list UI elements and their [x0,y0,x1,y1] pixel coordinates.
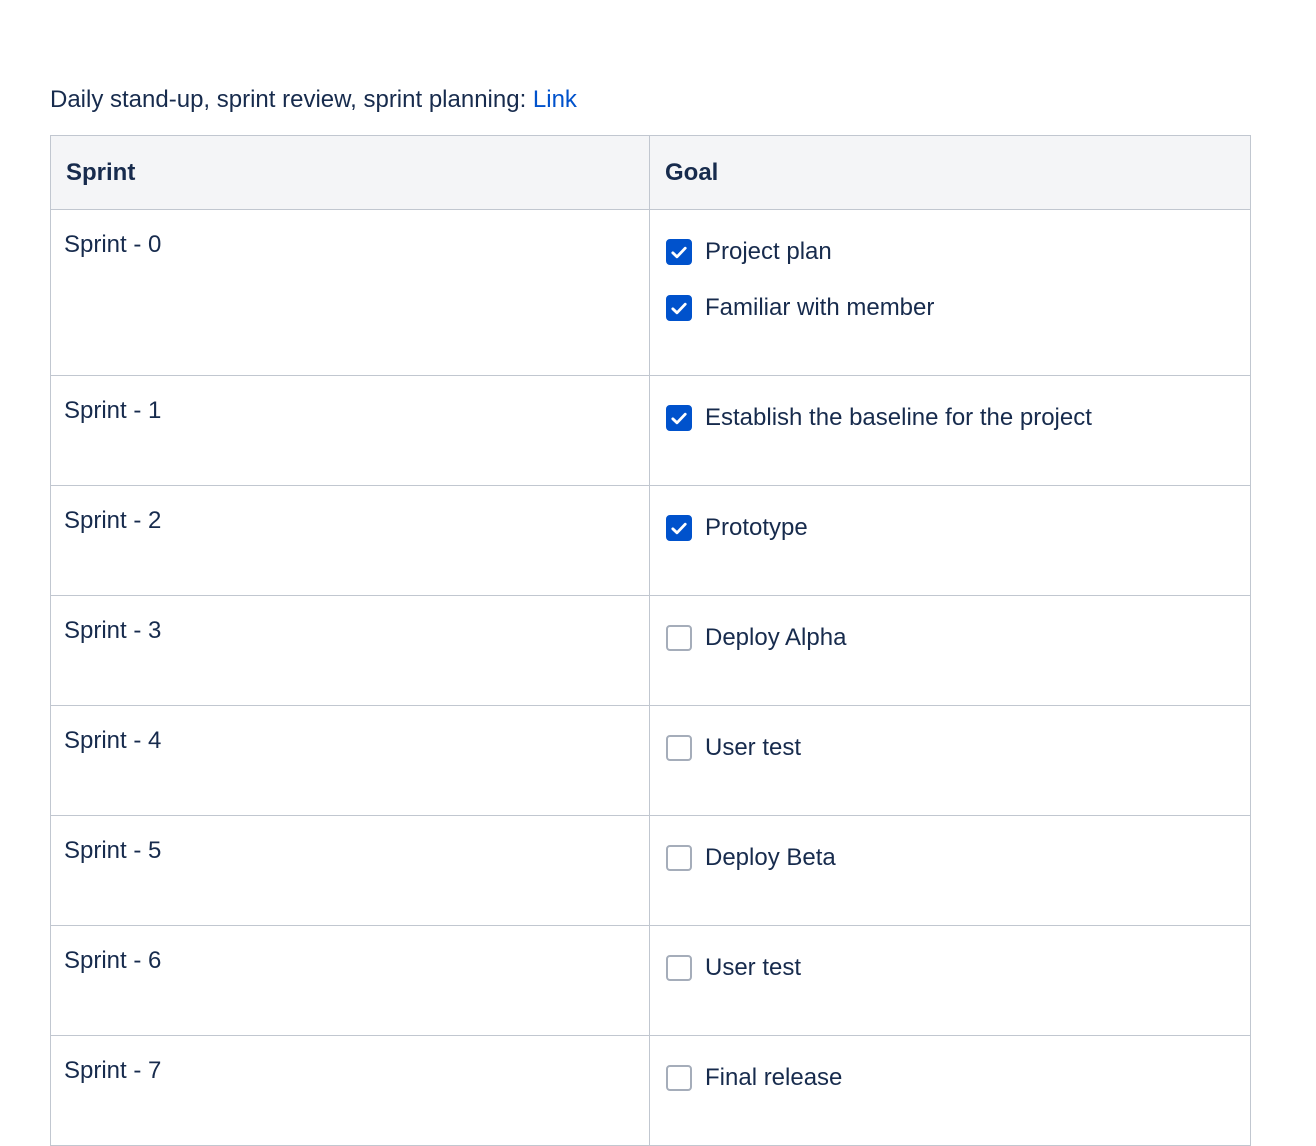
table-header-row: Sprint Goal [50,135,1251,210]
checkmark-icon [671,302,687,315]
task-item: Final release [666,1050,1236,1106]
table-row: Sprint - 2 Prototype [50,485,1251,596]
task-item: Establish the baseline for the project [666,390,1236,446]
goal-cell: Project plan Familiar with member [649,209,1251,376]
task-checkbox[interactable] [666,845,692,871]
task-checkbox[interactable] [666,735,692,761]
task-checkbox[interactable] [666,625,692,651]
task-label: User test [705,734,802,761]
task-label: Deploy Alpha [705,624,847,651]
task-checkbox-checked[interactable] [666,515,692,541]
checkmark-icon [671,412,687,425]
sprint-cell: Sprint - 1 [50,375,650,486]
goal-cell: Final release [649,1035,1251,1146]
task-item: Deploy Beta [666,830,1236,886]
task-item: Prototype [666,500,1236,556]
checkmark-icon [671,522,687,535]
task-label: Familiar with member [705,294,935,321]
meetings-link[interactable]: Link [533,86,577,113]
sprint-cell: Sprint - 5 [50,815,650,926]
task-item: Familiar with member [666,280,1236,336]
goal-cell: Deploy Alpha [649,595,1251,706]
task-label: Prototype [705,514,808,541]
task-item: Project plan [666,224,1236,280]
column-header-sprint: Sprint [50,135,650,210]
intro-line: Daily stand-up, sprint review, sprint pl… [50,84,577,116]
task-item: User test [666,720,1236,776]
sprint-cell: Sprint - 7 [50,1035,650,1146]
table-row: Sprint - 0 Project plan Familiar with memb… [50,209,1251,376]
sprint-cell: Sprint - 4 [50,705,650,816]
table-row: Sprint - 7 Final release [50,1035,1251,1146]
task-label: Deploy Beta [705,844,836,871]
sprint-cell: Sprint - 0 [50,209,650,376]
table-body: Sprint - 0 Project plan Familiar with memb… [50,209,1251,1146]
table-row: Sprint - 3 Deploy Alpha [50,595,1251,706]
goal-cell: Establish the baseline for the project [649,375,1251,486]
task-label: Final release [705,1064,843,1091]
goal-cell: Deploy Beta [649,815,1251,926]
table-row: Sprint - 5 Deploy Beta [50,815,1251,926]
task-label: Establish the baseline for the project [705,404,1092,431]
goal-cell: User test [649,925,1251,1036]
task-checkbox[interactable] [666,1065,692,1091]
task-item: Deploy Alpha [666,610,1236,666]
goal-cell: User test [649,705,1251,816]
task-checkbox[interactable] [666,955,692,981]
task-checkbox-checked[interactable] [666,239,692,265]
sprint-cell: Sprint - 6 [50,925,650,1036]
task-item: User test [666,940,1236,996]
task-checkbox-checked[interactable] [666,405,692,431]
table-row: Sprint - 1 Establish the baseline for the… [50,375,1251,486]
goal-cell: Prototype [649,485,1251,596]
task-checkbox-checked[interactable] [666,295,692,321]
checkmark-icon [671,246,687,259]
table-row: Sprint - 6 User test [50,925,1251,1036]
sprint-cell: Sprint - 3 [50,595,650,706]
task-label: User test [705,954,802,981]
table-row: Sprint - 4 User test [50,705,1251,816]
column-header-goal: Goal [649,135,1251,210]
intro-text: Daily stand-up, sprint review, sprint pl… [50,86,533,113]
sprint-cell: Sprint - 2 [50,485,650,596]
sprint-table: Sprint Goal Sprint - 0 Project plan Famili… [50,135,1251,1146]
task-label: Project plan [705,238,832,265]
